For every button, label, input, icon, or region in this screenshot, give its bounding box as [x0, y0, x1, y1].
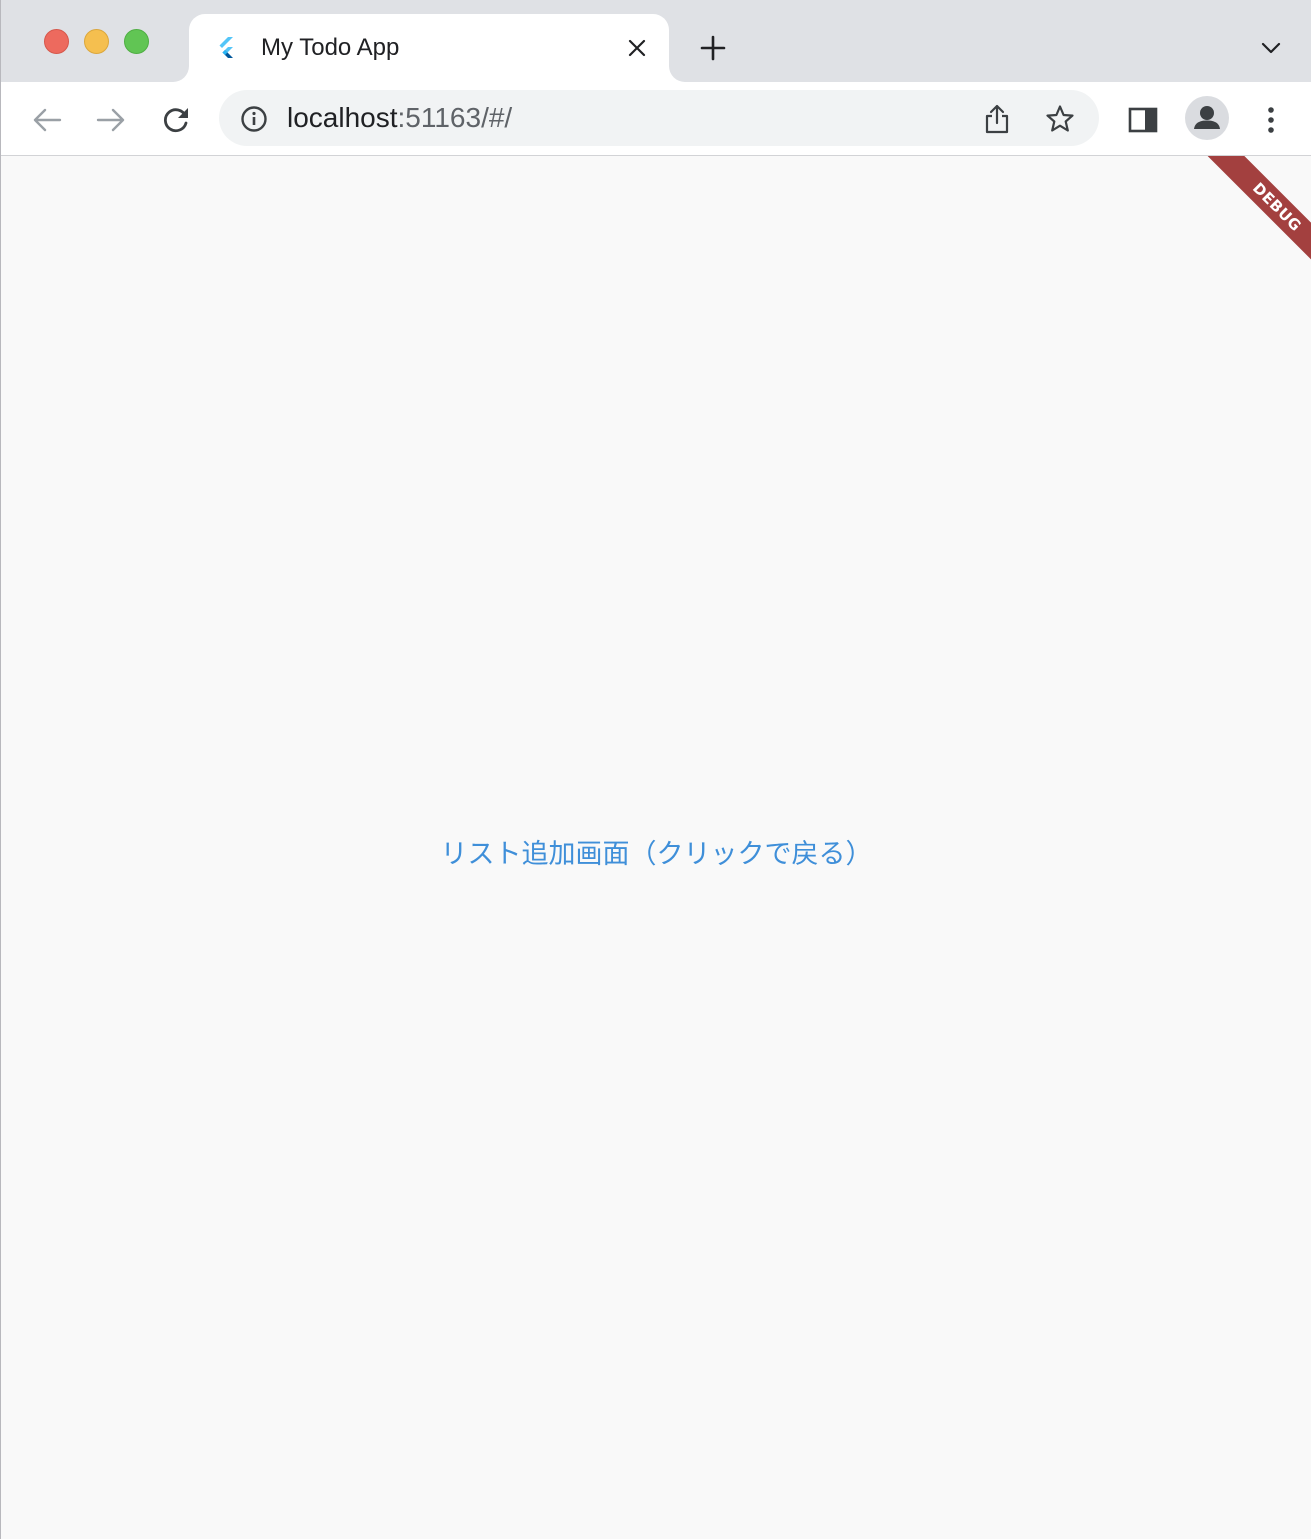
- debug-banner: DEBUG: [1184, 156, 1311, 284]
- back-button[interactable]: [27, 100, 67, 140]
- arrow-right-icon: [96, 108, 125, 132]
- browser-toolbar: localhost:51163/#/: [1, 82, 1311, 156]
- tab-my-todo-app[interactable]: My Todo App: [189, 14, 669, 82]
- forward-button[interactable]: [91, 100, 131, 140]
- url-host: localhost: [287, 102, 398, 133]
- reload-button[interactable]: [156, 100, 196, 140]
- close-window-button[interactable]: [44, 29, 69, 54]
- tab-title: My Todo App: [261, 34, 400, 61]
- side-panel-icon: [1128, 107, 1158, 133]
- page-content: DEBUG リスト追加画面（クリックで戻る）: [1, 156, 1311, 1539]
- reload-icon: [164, 108, 188, 133]
- plus-icon: [700, 35, 726, 61]
- person-icon: [1194, 106, 1220, 129]
- debug-banner-label: DEBUG: [1207, 156, 1311, 277]
- minimize-window-button[interactable]: [84, 29, 109, 54]
- url-path: :51163/#/: [397, 102, 513, 133]
- share-icon[interactable]: [981, 102, 1013, 136]
- arrow-left-icon: [33, 108, 62, 132]
- profile-button[interactable]: [1185, 96, 1229, 140]
- star-icon[interactable]: [1043, 102, 1077, 136]
- flutter-icon: [216, 35, 240, 61]
- kebab-menu-icon: [1268, 107, 1274, 133]
- close-icon[interactable]: [623, 34, 651, 62]
- new-tab-button[interactable]: [695, 30, 731, 66]
- browser-window: My Todo App localhost:51163/#/ DEBUG リスト…: [0, 0, 1311, 1539]
- zoom-window-button[interactable]: [124, 29, 149, 54]
- url-text[interactable]: localhost:51163/#/: [287, 102, 512, 134]
- tab-search-button[interactable]: [1253, 32, 1289, 64]
- info-icon[interactable]: [239, 104, 269, 134]
- side-panel-button[interactable]: [1123, 100, 1163, 140]
- tab-strip: My Todo App: [1, 0, 1311, 82]
- chrome-menu-button[interactable]: [1251, 100, 1291, 140]
- chevron-down-icon: [1261, 42, 1281, 54]
- back-link[interactable]: リスト追加画面（クリックで戻る）: [1, 832, 1311, 871]
- address-bar[interactable]: localhost:51163/#/: [219, 90, 1099, 146]
